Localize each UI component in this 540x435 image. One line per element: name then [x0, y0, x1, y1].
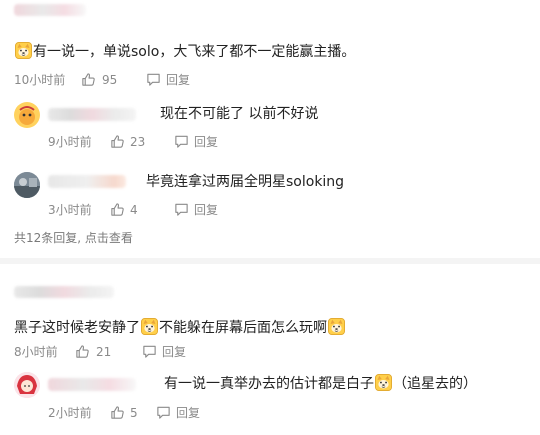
reply-icon[interactable]	[174, 134, 189, 149]
username-redacted	[48, 175, 126, 188]
avatar-image	[14, 372, 40, 398]
avatar-image	[14, 172, 40, 198]
reply-button[interactable]: 回复	[166, 72, 190, 88]
comment-text-part: 有一说一，单说solo，大飞来了都不一定能赢主播。	[33, 44, 356, 60]
doge-emoji-icon	[328, 318, 345, 335]
reply-text-part: 有一说一真举办去的估计都是白子	[164, 376, 374, 392]
reply-button[interactable]: 回复	[194, 202, 218, 218]
comment-time: 10小时前	[14, 73, 66, 87]
thumbs-up-icon[interactable]	[81, 72, 96, 87]
like-count[interactable]: 4	[130, 202, 138, 218]
reply-icon[interactable]	[174, 202, 189, 217]
like-count[interactable]: 5	[130, 405, 138, 421]
reply-text-part: 毕竟连拿过两届全明星soloking	[146, 174, 345, 190]
username-redacted	[14, 4, 86, 16]
avatar[interactable]	[14, 102, 40, 128]
doge-emoji-icon	[375, 374, 392, 391]
avatar[interactable]	[14, 172, 40, 198]
thumbs-up-icon[interactable]	[110, 202, 125, 217]
comment-text-part: 黑子这时候老安静了	[14, 320, 140, 336]
doge-emoji-icon	[15, 42, 32, 59]
reply-text-part: （追星去的）	[393, 376, 477, 392]
comment-text-part: 不能躲在屏幕后面怎么玩啊	[159, 320, 327, 336]
like-count[interactable]: 21	[96, 344, 111, 360]
reply-button[interactable]: 回复	[176, 405, 200, 421]
like-count[interactable]: 95	[102, 72, 117, 88]
reply-text: 有一说一真举办去的估计都是白子 （追星去的）	[164, 374, 477, 394]
thumbs-up-icon[interactable]	[75, 344, 90, 359]
thumbs-up-icon[interactable]	[110, 134, 125, 149]
thread-divider	[0, 258, 540, 264]
comment-text: 黑子这时候老安静了 不能躲在屏幕后面怎么玩啊	[14, 318, 346, 338]
reply-icon[interactable]	[146, 72, 161, 87]
reply-text: 现在不可能了 以前不好说	[160, 104, 318, 124]
reply-time: 2小时前	[48, 406, 92, 420]
avatar[interactable]	[14, 372, 40, 398]
avatar-image	[14, 102, 40, 128]
reply-button[interactable]: 回复	[162, 344, 186, 360]
reply-text-part: 现在不可能了 以前不好说	[160, 106, 319, 122]
doge-emoji-icon	[141, 318, 158, 335]
reply-time: 3小时前	[48, 203, 92, 217]
reply-text: 毕竟连拿过两届全明星soloking	[146, 172, 344, 192]
thumbs-up-icon[interactable]	[110, 405, 125, 420]
reply-time: 9小时前	[48, 135, 92, 149]
reply-button[interactable]: 回复	[194, 134, 218, 150]
like-count[interactable]: 23	[130, 134, 145, 150]
username-redacted	[14, 286, 114, 298]
view-all-replies-link[interactable]: 共12条回复, 点击查看	[14, 230, 133, 246]
comment-text: 有一说一，单说solo，大飞来了都不一定能赢主播。	[14, 42, 355, 62]
comment-time: 8小时前	[14, 345, 58, 359]
username-redacted	[48, 108, 136, 121]
reply-icon[interactable]	[156, 405, 171, 420]
username-redacted	[48, 378, 136, 391]
reply-icon[interactable]	[142, 344, 157, 359]
